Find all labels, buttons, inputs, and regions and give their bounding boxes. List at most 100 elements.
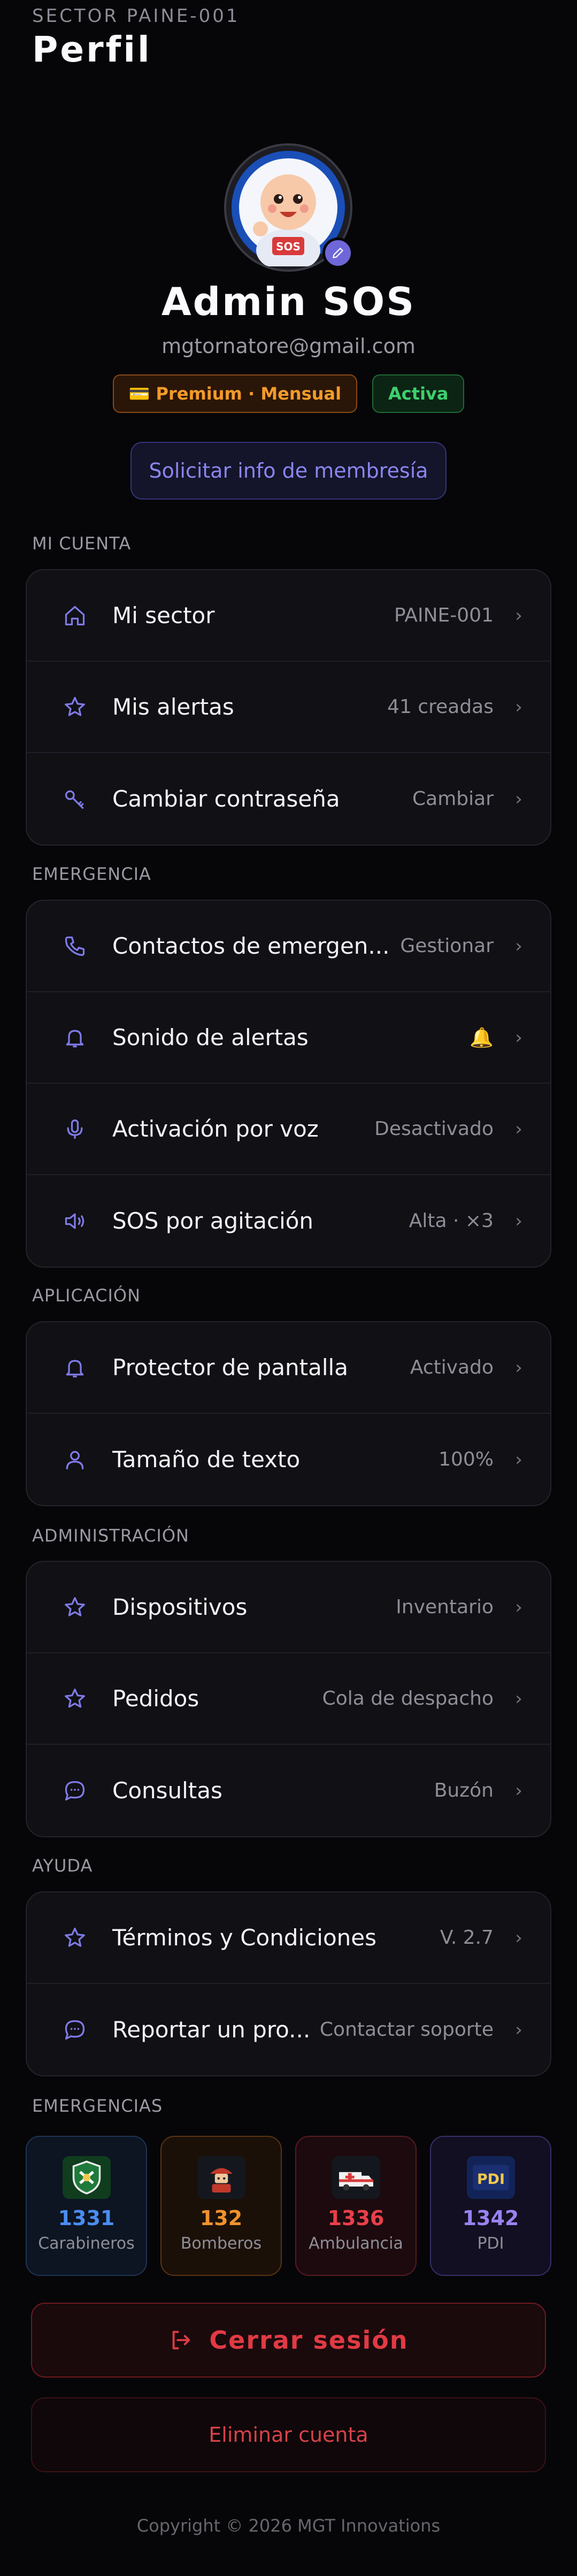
chevron-right-icon: › [515,1596,522,1618]
chevron-right-icon: › [515,1448,522,1470]
menu-item-inquiries[interactable]: Consultas Buzón › [27,1745,550,1836]
logout-button[interactable]: Cerrar sesión [31,2303,546,2378]
ambulance-icon [332,2156,380,2199]
home-icon [58,604,92,627]
badges: 💳 Premium · Mensual Activa [0,374,577,413]
pencil-icon [333,248,343,258]
copyright-text: Copyright © 2026 MGT Innovations [136,2516,441,2536]
emergency-card: Contactos de emergen... Gestionar › Soni… [26,900,551,1268]
bomberos-logo-icon [197,2156,245,2199]
menu-item-text-size[interactable]: Tamaño de texto 100% › [27,1414,550,1505]
section-label-app: APLICACIÓN [32,1285,141,1306]
menu-item-label: Sonido de alertas [112,1024,309,1051]
chevron-right-icon: › [515,604,522,626]
star-icon [58,1687,92,1711]
bell-icon [58,1356,92,1379]
avatar-container[interactable]: SOS [224,143,353,272]
speaker-icon [58,1209,92,1233]
menu-item-value: Inventario [396,1596,494,1618]
menu-item-my-sector[interactable]: Mi sector PAINE-001 › [27,570,550,662]
app-card: Protector de pantalla Activado › Tamaño … [26,1321,551,1506]
menu-item-label: Mi sector [112,602,215,628]
emergency-number: 132 [199,2206,243,2230]
chevron-right-icon: › [515,1026,522,1048]
menu-item-value: Activado [410,1356,494,1378]
menu-item-devices[interactable]: Dispositivos Inventario › [27,1562,550,1653]
section-label-help: AYUDA [32,1856,93,1876]
chevron-right-icon: › [515,1780,522,1801]
menu-item-label: Contactos de emergen... [112,933,390,959]
menu-item-report-problem[interactable]: Reportar un pro... Contactar soporte › [27,1984,550,2075]
logout-label: Cerrar sesión [209,2326,409,2355]
chevron-right-icon: › [515,1927,522,1949]
chevron-right-icon: › [515,935,522,957]
emergency-number: 1331 [58,2206,115,2230]
star-icon [58,695,92,719]
plan-badge: 💳 Premium · Mensual [112,374,358,413]
emergency-number: 1336 [327,2206,384,2230]
menu-item-label: Términos y Condiciones [112,1925,376,1951]
phone-icon [58,934,92,958]
menu-item-label: Pedidos [112,1685,199,1712]
user-icon [58,1448,92,1471]
menu-item-label: Dispositivos [112,1594,248,1620]
bell-emoji-value: 🔔 [470,1026,494,1049]
menu-item-alert-sound[interactable]: Sonido de alertas 🔔 › [27,992,550,1084]
chevron-right-icon: › [515,1688,522,1709]
menu-item-label: Consultas [112,1777,222,1804]
svg-text:SOS: SOS [276,240,301,253]
section-label-account: MI CUENTA [32,533,132,554]
menu-item-value: Cola de despacho [322,1688,494,1709]
chevron-right-icon: › [515,2019,522,2041]
chevron-right-icon: › [515,1118,522,1140]
menu-item-label: Tamaño de texto [112,1446,301,1473]
menu-item-change-password[interactable]: Cambiar contraseña Cambiar › [27,753,550,845]
menu-item-screensaver[interactable]: Protector de pantalla Activado › [27,1322,550,1414]
menu-item-label: Activación por voz [112,1116,319,1142]
admin-card: Dispositivos Inventario › Pedidos Cola d… [26,1561,551,1837]
menu-item-value: Buzón [434,1780,494,1801]
emergency-name: PDI [477,2234,504,2253]
sector-code: SECTOR PAINE-001 [32,5,240,27]
membership-info-button[interactable]: Solicitar info de membresía [130,442,447,500]
menu-item-value: 41 creadas [387,696,494,718]
menu-item-my-alerts[interactable]: Mis alertas 41 creadas › [27,662,550,753]
menu-item-value: 100% [438,1448,494,1470]
emergency-bomberos-button[interactable]: 132 Bomberos [160,2136,282,2276]
menu-item-value: Contactar soporte [319,2019,494,2041]
status-badge: Activa [372,374,465,413]
emergency-carabineros-button[interactable]: 1331 Carabineros [26,2136,147,2276]
emergency-services-grid: 1331 Carabineros 132 Bomberos 1336 Ambul… [26,2136,551,2276]
user-name: Admin SOS [161,279,416,324]
chevron-right-icon: › [515,1210,522,1232]
menu-item-value: PAINE-001 [394,604,494,626]
star-icon [58,1596,92,1619]
emergency-name: Bomberos [180,2234,262,2253]
chat-icon [58,1779,92,1803]
account-card: Mi sector PAINE-001 › Mis alertas 41 cre… [26,569,551,846]
emergency-number: 1342 [462,2206,519,2230]
menu-item-terms[interactable]: Términos y Condiciones V. 2.7 › [27,1892,550,1984]
menu-item-value: Cambiar [412,788,494,810]
section-label-emergencies: EMERGENCIAS [32,2096,163,2116]
page-header: SECTOR PAINE-001 Perfil [32,5,240,70]
menu-item-value: Gestionar [400,935,494,957]
edit-avatar-button[interactable] [322,237,353,269]
menu-item-orders[interactable]: Pedidos Cola de despacho › [27,1653,550,1745]
page-title: Perfil [32,29,152,70]
pdi-logo-icon: PDI [466,2156,515,2199]
key-icon [58,787,92,811]
section-label-emergency: EMERGENCIA [32,864,151,884]
chevron-right-icon: › [515,788,522,810]
emergency-name: Ambulancia [309,2234,403,2253]
menu-item-voice-activation[interactable]: Activación por voz Desactivado › [27,1084,550,1175]
menu-item-label: Reportar un pro... [112,2017,311,2043]
menu-item-label: Mis alertas [112,694,234,720]
menu-item-shake-sos[interactable]: SOS por agitación Alta · ×3 › [27,1175,550,1267]
menu-item-emergency-contacts[interactable]: Contactos de emergen... Gestionar › [27,901,550,992]
delete-account-button[interactable]: Eliminar cuenta [31,2397,546,2472]
chevron-right-icon: › [515,696,522,718]
emergency-pdi-button[interactable]: PDI 1342 PDI [430,2136,551,2276]
emergency-ambulancia-button[interactable]: 1336 Ambulancia [295,2136,417,2276]
user-email: mgtornatore@gmail.com [161,334,416,358]
